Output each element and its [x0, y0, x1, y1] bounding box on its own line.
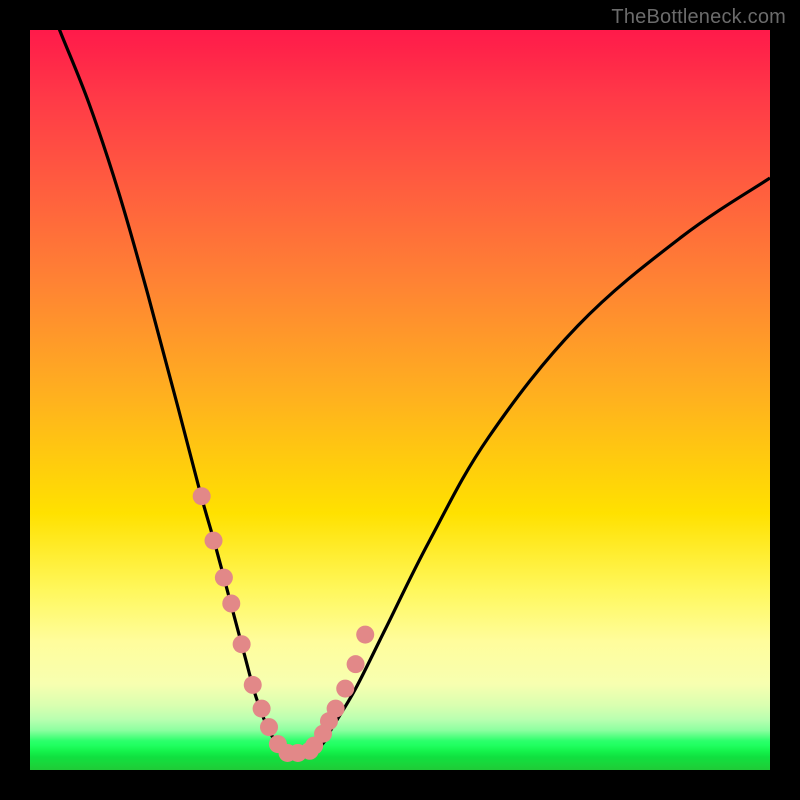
sample-dot [244, 676, 262, 694]
sample-dot [193, 487, 211, 505]
sample-dot [347, 655, 365, 673]
sample-dot [253, 700, 271, 718]
sample-dot [205, 532, 223, 550]
sample-dot [233, 635, 251, 653]
sample-dot [356, 626, 374, 644]
curve-svg [30, 30, 770, 770]
bottleneck-curve [30, 30, 770, 754]
sample-dot [327, 700, 345, 718]
sample-dot [336, 680, 354, 698]
sample-dot [215, 569, 233, 587]
watermark-text: TheBottleneck.com [611, 6, 786, 29]
sample-dot [222, 595, 240, 613]
sample-dot [260, 718, 278, 736]
chart-frame: TheBottleneck.com [0, 0, 800, 800]
plot-area [30, 30, 770, 770]
sample-dots [193, 487, 375, 762]
